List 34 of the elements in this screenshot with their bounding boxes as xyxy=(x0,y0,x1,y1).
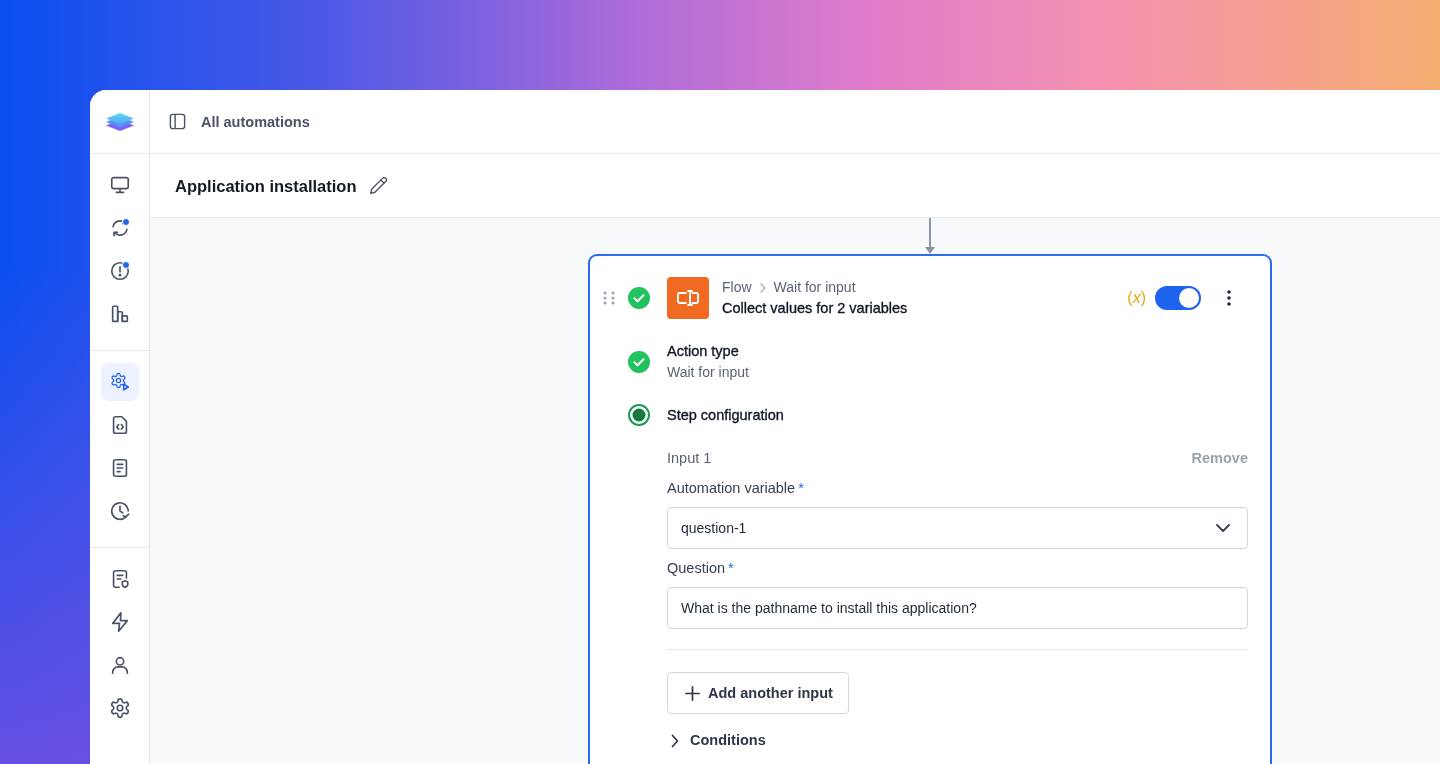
section-title: Step configuration xyxy=(667,405,784,425)
conditions-toggle[interactable]: Conditions xyxy=(671,730,766,751)
select-field[interactable]: question-1 xyxy=(667,507,1248,549)
text-input-icon xyxy=(667,277,709,319)
connector-arrow xyxy=(924,218,936,254)
drag-handle-icon[interactable] xyxy=(603,291,615,305)
required-mark: * xyxy=(798,479,804,498)
section-subtitle: Wait for input xyxy=(667,363,749,382)
history-icon xyxy=(108,500,131,522)
layers-logo-icon[interactable] xyxy=(104,110,135,133)
add-input-button[interactable]: Add another input xyxy=(667,672,849,714)
alert-circle-icon xyxy=(108,260,131,282)
toggle-switch[interactable] xyxy=(1155,286,1201,310)
field-label: Question xyxy=(667,559,726,578)
text-input-field[interactable]: What is the pathname to install this application? xyxy=(667,587,1248,629)
section-title: Action type xyxy=(667,342,740,361)
plus-icon xyxy=(685,685,700,701)
field-label: Automation variable xyxy=(667,479,796,498)
breadcrumb-text: Flow xyxy=(722,278,752,297)
required-mark: * xyxy=(728,559,734,578)
all-automations-link[interactable]: All automations xyxy=(201,111,310,132)
chevron-right-icon xyxy=(759,282,766,293)
sidebar-panel-icon[interactable] xyxy=(168,112,187,131)
settings-icon xyxy=(108,697,131,719)
monitor-icon xyxy=(108,174,131,196)
chevron-down-icon xyxy=(1216,524,1230,532)
edit-icon[interactable] xyxy=(368,176,388,195)
input-heading: Input 1 xyxy=(667,449,712,468)
gear-play-icon xyxy=(108,371,131,393)
breadcrumb-text: Wait for input xyxy=(773,278,856,297)
sidebar-button[interactable] xyxy=(100,363,139,401)
more-options-icon[interactable] xyxy=(1227,290,1231,306)
step-title: Collect values for 2 variables xyxy=(722,299,908,318)
page-title: Application installation xyxy=(175,175,357,197)
